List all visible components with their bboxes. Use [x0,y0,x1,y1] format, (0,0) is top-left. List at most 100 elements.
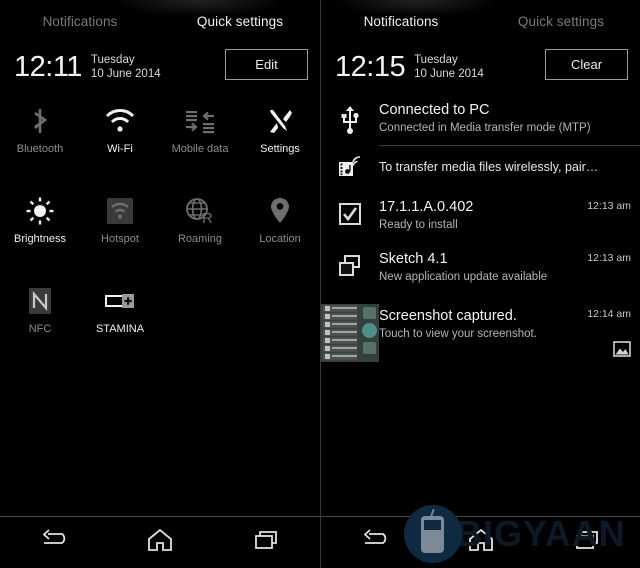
tile-brightness[interactable]: Brightness [0,186,80,260]
thumbnail-row [323,328,357,336]
navigation-bar-right [321,516,640,568]
tile-nfc[interactable]: NFC [0,276,80,350]
tile-wifi[interactable]: Wi-Fi [80,96,160,170]
notification-time: 12:14 am [587,307,631,320]
notification-item-connected-to-pc[interactable]: Connected to PC Connected in Media trans… [321,92,640,145]
tile-hotspot[interactable]: Hotspot [80,186,160,260]
home-button-right[interactable] [428,528,535,557]
clear-button[interactable]: Clear [545,49,628,80]
date-text-right: 10 June 2014 [414,67,484,80]
usb-icon [321,101,379,136]
clock-right: 12:15 [335,50,406,83]
notification-subtitle: Ready to install [379,218,458,231]
notification-subtitle: Connected in Media transfer mode (MTP) [379,122,591,135]
thumbnail-circle [361,322,377,338]
tile-label: Roaming [177,233,223,245]
quick-settings-tiles: Bluetooth Wi-Fi Mobile data Settings Bri… [0,96,320,350]
notification-title: To transfer media files wirelessly, pair… [379,159,599,174]
navigation-bar-left [0,516,320,568]
back-button-left[interactable] [0,529,107,556]
tile-settings[interactable]: Settings [240,96,320,170]
nfc-icon [26,280,54,322]
tile-label: Location [259,233,301,245]
settings-icon [265,100,295,142]
thumbnail-menu-list [321,303,359,362]
thumbnail-side-column [359,303,379,362]
day-name-right: Tuesday [414,53,458,66]
hotspot-icon [104,190,136,232]
panel-tabs-right: Notifications Quick settings [321,0,640,43]
tab-notifications-left[interactable]: Notifications [0,0,160,43]
tile-label: Bluetooth [16,143,64,155]
thumbnail-row [323,344,357,352]
thumbnail-row [323,312,357,320]
tab-notifications-right[interactable]: Notifications [321,0,481,43]
recents-icon [254,529,280,556]
notification-item-screenshot[interactable]: Screenshot captured. Touch to view your … [321,294,640,371]
thumbnail-row [323,336,357,344]
bluetooth-icon [27,100,53,142]
notification-subtitle: Touch to view your screenshot. [379,327,537,340]
tab-quick-settings-left[interactable]: Quick settings [160,0,320,43]
notification-item-system-update[interactable]: 17.1.1.A.0.402 Ready to install 12:13 am [321,189,640,242]
recents-button-left[interactable] [213,529,320,556]
tile-stamina[interactable]: STAMINA [80,276,160,350]
screenshot-thumbnail[interactable] [321,303,379,362]
tile-label: Brightness [14,233,66,245]
phone-screenshot-pair: Notifications Quick settings 12:11 Tuesd… [0,0,640,568]
recents-button-right[interactable] [534,529,640,556]
tile-roaming[interactable]: R Roaming [160,186,240,260]
brightness-icon [25,190,55,232]
back-arrow-icon [360,529,388,556]
thumbnail-row [323,320,357,328]
screenshot-preview-image [321,303,379,362]
roaming-icon: R [184,190,216,232]
mobile-data-icon [184,100,216,142]
day-name-left: Tuesday [90,53,135,66]
back-button-right[interactable] [321,529,428,556]
back-arrow-icon [39,529,67,556]
thumbnail-tile [362,341,376,354]
app-update-icon [321,250,379,285]
home-icon [468,528,494,557]
tile-label: Hotspot [101,233,139,245]
stamina-battery-icon [103,280,137,322]
image-icon [613,340,631,362]
tile-bluetooth[interactable]: Bluetooth [0,96,80,170]
notification-subtitle: New application update available [379,271,548,284]
checkbox-icon [321,198,379,233]
tile-label: STAMINA [95,323,145,335]
quick-settings-panel: Notifications Quick settings 12:11 Tuesd… [0,0,320,568]
tile-label: Settings [260,143,300,155]
notification-text: Connected to PC Connected in Media trans… [379,101,631,136]
tile-label: Wi-Fi [107,143,133,155]
edit-button[interactable]: Edit [225,49,308,80]
media-wireless-icon [321,155,379,178]
home-button-left[interactable] [107,528,214,557]
date-block-left: Tuesday 10 June 2014 [91,53,161,81]
clock-left: 12:11 [14,50,82,83]
date-text-left: 10 June 2014 [90,67,161,80]
panel-tabs-left: Notifications Quick settings [0,0,320,43]
notification-time: 12:13 am [587,199,631,212]
svg-text:R: R [202,210,213,226]
tile-label: NFC [28,323,52,335]
notification-list: Connected to PC Connected in Media trans… [321,92,640,371]
thumbnail-tile [362,306,376,319]
home-icon [147,528,173,557]
date-block-right: Tuesday 10 June 2014 [414,53,484,81]
thumbnail-row [323,304,357,312]
tab-quick-settings-right[interactable]: Quick settings [481,0,640,43]
notifications-panel: Notifications Quick settings 12:15 Tuesd… [320,0,640,568]
notification-item-app-update[interactable]: Sketch 4.1 New application update availa… [321,241,640,294]
thumbnail-row [323,352,357,360]
wifi-icon [104,100,136,142]
notification-item-wireless-transfer[interactable]: To transfer media files wirelessly, pair… [321,146,640,189]
notification-title: Connected to PC [379,102,490,118]
tile-mobile-data[interactable]: Mobile data [160,96,240,170]
notification-time: 12:13 am [587,252,631,264]
tile-label: Mobile data [171,143,229,155]
tile-location[interactable]: Location [240,186,320,260]
location-pin-icon [269,190,291,232]
recents-icon [575,529,601,556]
